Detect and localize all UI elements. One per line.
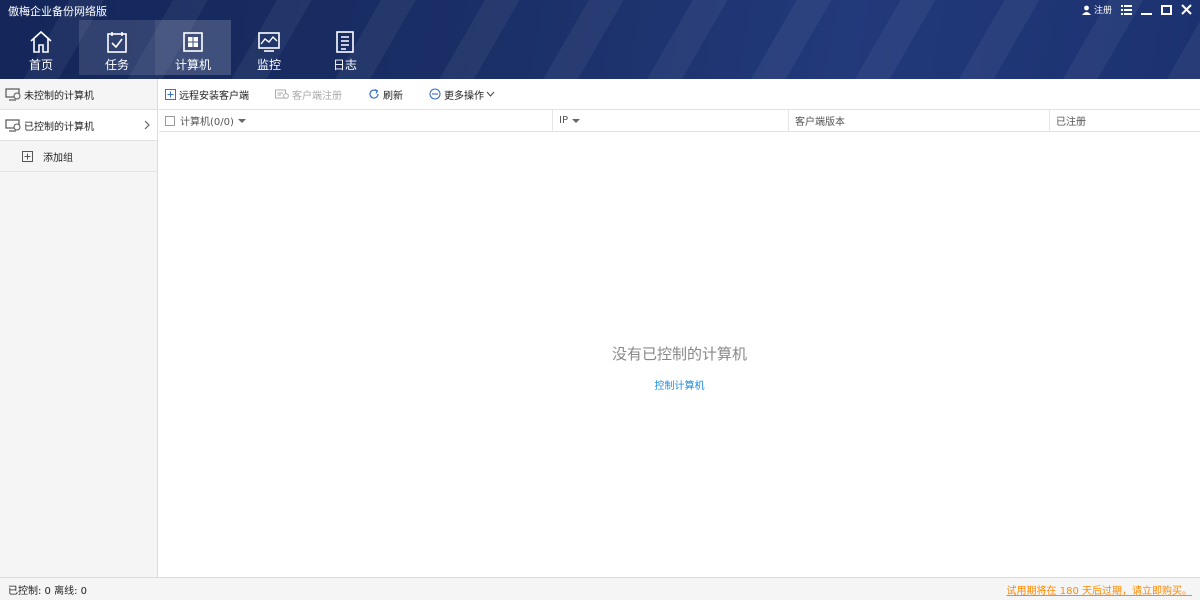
- plus-box-icon: [22, 150, 33, 162]
- nav-monitor[interactable]: 监控: [231, 20, 307, 75]
- sidebar-item-label: 添加组: [43, 152, 73, 164]
- client-register-label: 客户端注册: [292, 90, 342, 102]
- sort-caret-icon: [237, 118, 246, 123]
- column-client-version[interactable]: 客户端版本: [789, 109, 1050, 132]
- maximize-button[interactable]: [1160, 4, 1172, 16]
- user-icon: [1081, 5, 1091, 15]
- maximize-icon: [1160, 4, 1172, 15]
- app-title: 傲梅企业备份网络版: [8, 5, 107, 18]
- title-bar: 傲梅企业备份网络版 注册 首页 任务 计算机 监控 日志: [0, 0, 1200, 79]
- client-register-button[interactable]: 客户端注册: [275, 87, 342, 102]
- toolbar: 远程安装客户端 客户端注册 刷新 更多操作: [159, 79, 1200, 110]
- close-button[interactable]: [1180, 4, 1192, 16]
- sidebar: 未控制的计算机 已控制的计算机 添加组: [0, 79, 158, 577]
- select-all-checkbox[interactable]: [165, 115, 175, 126]
- sidebar-item-label: 已控制的计算机: [24, 121, 94, 133]
- nav-home-label: 首页: [28, 58, 53, 72]
- close-icon: [1180, 4, 1192, 15]
- sidebar-item-add-group[interactable]: 添加组: [0, 141, 157, 172]
- column-registered-label: 已注册: [1056, 117, 1086, 128]
- sidebar-item-label: 未控制的计算机: [24, 90, 94, 102]
- control-computer-link[interactable]: 控制计算机: [159, 377, 1200, 392]
- computer-controlled-icon: [5, 119, 21, 132]
- column-ip[interactable]: IP: [553, 109, 789, 132]
- menu-button[interactable]: [1120, 4, 1132, 16]
- nav-task[interactable]: 任务: [79, 20, 155, 75]
- sort-caret-icon: [571, 118, 580, 123]
- task-icon: [107, 32, 127, 53]
- register-label: 注册: [1093, 6, 1112, 16]
- nav-computer[interactable]: 计算机: [155, 20, 231, 75]
- status-counts: 已控制: 0 离线: 0: [8, 585, 87, 597]
- chevron-down-icon: [486, 91, 495, 97]
- main-nav: 首页 任务 计算机 监控 日志: [3, 20, 383, 75]
- empty-state-message: 没有已控制的计算机: [611, 345, 747, 363]
- trial-expiry-link[interactable]: 试用期将在 180 天后过期，请立即购买。: [1007, 582, 1192, 597]
- refresh-icon: [369, 88, 379, 99]
- nav-home[interactable]: 首页: [3, 20, 79, 75]
- home-icon: [30, 30, 52, 53]
- remote-install-label: 远程安装客户端: [179, 90, 249, 102]
- window-controls: 注册: [1081, 3, 1192, 16]
- register-button[interactable]: 注册: [1081, 3, 1112, 16]
- table-header: 计算机(0/0) IP 客户端版本 已注册: [159, 109, 1200, 132]
- nav-log[interactable]: 日志: [307, 20, 383, 75]
- sidebar-item-uncontrolled[interactable]: 未控制的计算机: [0, 79, 157, 110]
- nav-monitor-label: 监控: [256, 58, 281, 72]
- computer-icon: [183, 32, 203, 52]
- plus-box-icon: [165, 88, 176, 100]
- column-ip-label: IP: [559, 115, 568, 126]
- more-actions-button[interactable]: 更多操作: [429, 87, 498, 102]
- column-registered[interactable]: 已注册: [1050, 110, 1200, 132]
- minimize-button[interactable]: [1140, 4, 1152, 16]
- refresh-label: 刷新: [383, 90, 403, 102]
- column-computer-label: 计算机(0/0): [180, 117, 234, 128]
- minimize-icon: [1140, 12, 1152, 15]
- nav-log-label: 日志: [332, 58, 357, 72]
- column-computer[interactable]: 计算机(0/0): [159, 109, 553, 132]
- log-icon: [336, 31, 354, 53]
- sidebar-item-controlled[interactable]: 已控制的计算机: [0, 110, 157, 141]
- remote-install-button[interactable]: 远程安装客户端: [165, 87, 249, 102]
- nav-computer-label: 计算机: [174, 58, 211, 72]
- chevron-right-icon: [144, 120, 150, 130]
- nav-task-label: 任务: [104, 58, 129, 72]
- more-actions-label: 更多操作: [444, 90, 484, 102]
- refresh-button[interactable]: 刷新: [368, 87, 403, 102]
- column-client-version-label: 客户端版本: [795, 117, 845, 128]
- computer-uncontrolled-icon: [5, 88, 21, 101]
- more-circle-icon: [429, 88, 441, 100]
- register-card-icon: [275, 89, 289, 99]
- monitor-icon: [258, 32, 280, 52]
- menu-icon: [1120, 4, 1132, 15]
- status-bar: 已控制: 0 离线: 0 试用期将在 180 天后过期，请立即购买。: [0, 577, 1200, 600]
